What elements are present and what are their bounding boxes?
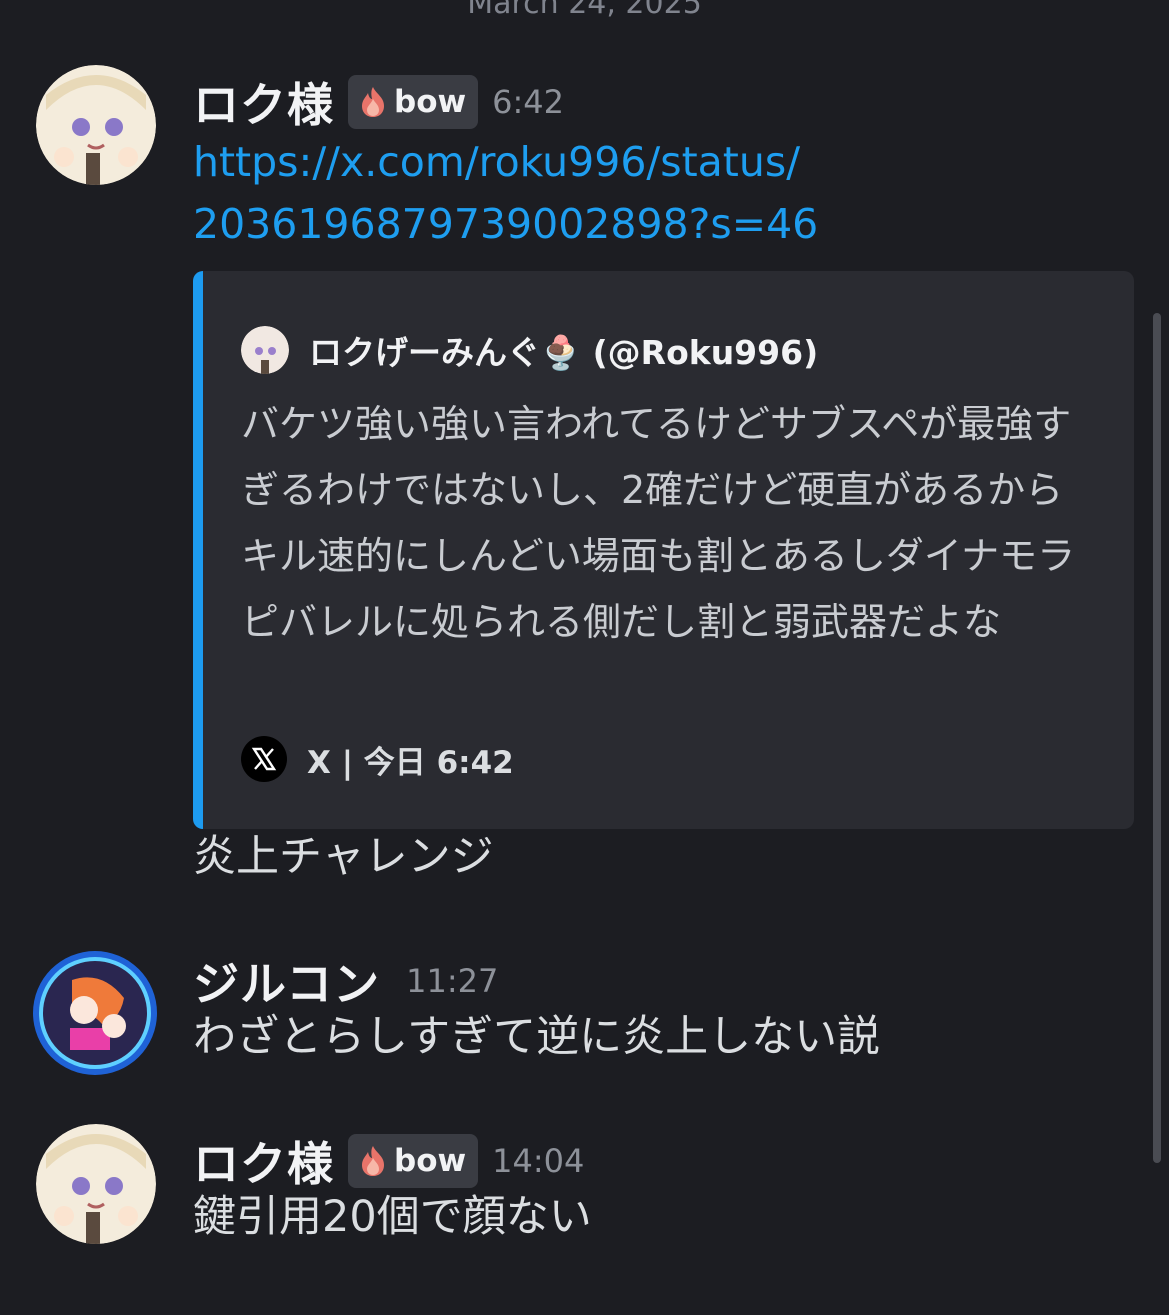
role-tag[interactable]: bow <box>348 75 479 129</box>
avatar-image <box>36 1124 156 1244</box>
avatar[interactable] <box>36 65 156 185</box>
link-line-1[interactable]: https://x.com/roku996/status/ <box>193 131 818 193</box>
role-tag[interactable]: bow <box>348 1134 479 1188</box>
username[interactable]: ロク様 <box>193 69 334 135</box>
role-label: bow <box>394 1143 467 1179</box>
embed-author-avatar <box>241 326 289 374</box>
flame-icon <box>362 87 384 117</box>
embed-author[interactable]: ロクげーみんぐ🍨 (@Roku996) <box>241 326 818 374</box>
link-line-2[interactable]: 2036196879739002898?s=46 <box>193 193 818 255</box>
embed-footer-text: X | 今日 6:42 <box>307 744 514 781</box>
x-logo-icon <box>241 736 287 782</box>
message-text: 炎上チャレンジ <box>193 832 494 882</box>
avatar-image <box>33 951 157 1075</box>
embed-footer: X | 今日 6:42 <box>241 736 514 782</box>
timestamp: 6:42 <box>492 83 564 121</box>
embed-description: バケツ強い強い言われてるけどサブスペが最強すぎるわけではないし、2確だけど硬直が… <box>241 402 1076 644</box>
timestamp: 11:27 <box>406 962 499 1000</box>
message-text: わざとらしすぎて逆に炎上しない説 <box>193 1012 881 1062</box>
message-text: 鍵引用20個で顔ない <box>193 1192 592 1242</box>
username[interactable]: ジルコン <box>193 948 380 1014</box>
avatar[interactable] <box>36 1124 156 1244</box>
message-link[interactable]: https://x.com/roku996/status/ 2036196879… <box>193 131 818 255</box>
username[interactable]: ロク様 <box>193 1128 334 1194</box>
avatar-image <box>36 65 156 185</box>
avatar[interactable] <box>32 950 158 1076</box>
embed-author-name[interactable]: ロクげーみんぐ🍨 (@Roku996) <box>309 326 818 374</box>
timestamp: 14:04 <box>492 1142 585 1180</box>
link-embed[interactable]: ロクげーみんぐ🍨 (@Roku996) バケツ強い強い言われてるけどサブスペが最… <box>193 271 1134 829</box>
scrollbar[interactable] <box>1153 313 1161 1163</box>
role-label: bow <box>394 84 467 120</box>
embed-accent-bar <box>193 271 203 829</box>
flame-icon <box>362 1146 384 1176</box>
date-divider: March 24, 2025 <box>467 0 702 21</box>
